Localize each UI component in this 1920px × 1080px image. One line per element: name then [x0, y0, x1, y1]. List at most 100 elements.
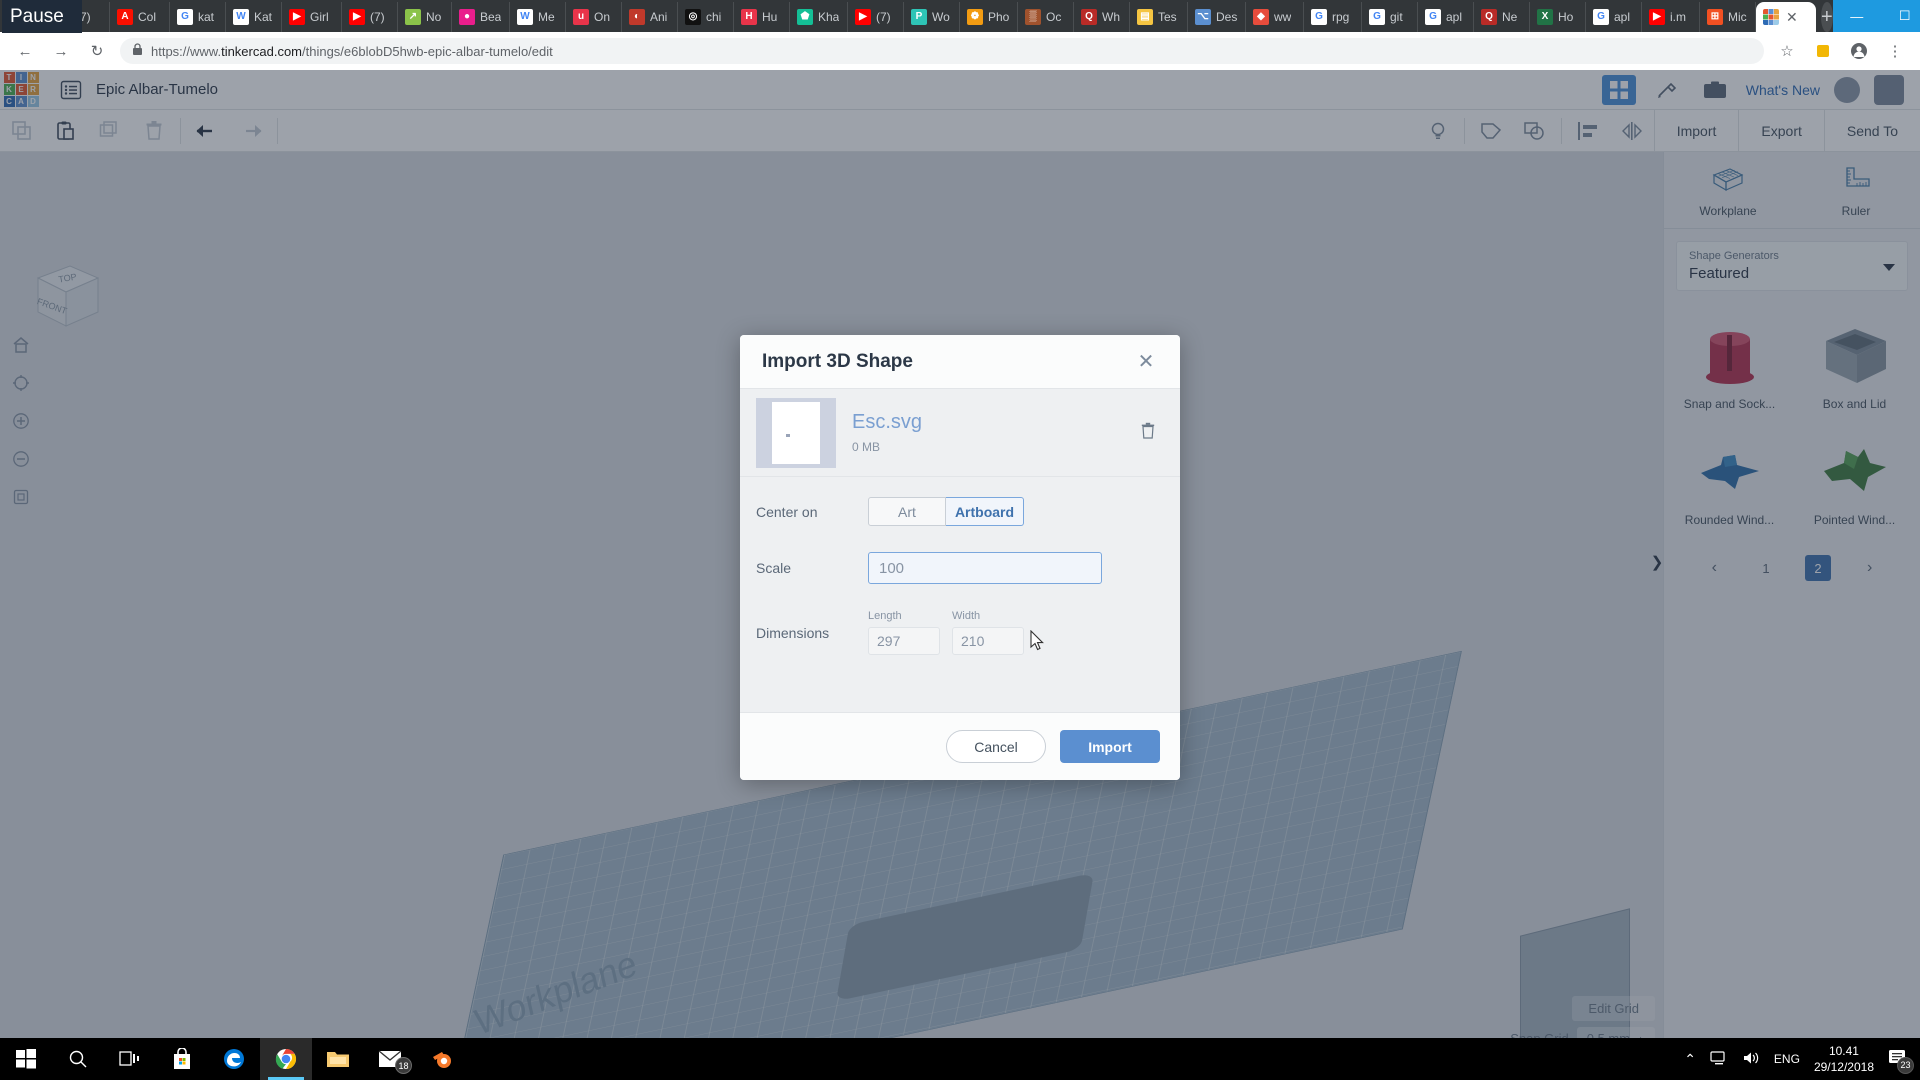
- url-path: /things/e6blobD5hwb-epic-albar-tumelo/ed…: [302, 43, 553, 59]
- browser-tab[interactable]: Q Wh: [1074, 2, 1130, 32]
- browser-menu-icon[interactable]: ⋮: [1882, 38, 1908, 64]
- browser-tab[interactable]: ▶ Girl: [282, 2, 342, 32]
- youtube-icon: ▶: [349, 9, 365, 25]
- width-input[interactable]: [952, 627, 1024, 655]
- page-content-mark: [786, 433, 790, 437]
- dimension-fields: Length Width: [868, 610, 1024, 655]
- browser-tab-title: Wh: [1102, 10, 1120, 24]
- browser-tab-title: Mic: [1728, 10, 1747, 24]
- file-name[interactable]: Esc.svg: [852, 411, 922, 434]
- dimensions-label: Dimensions: [756, 624, 830, 641]
- network-icon[interactable]: [1710, 1050, 1728, 1069]
- scale-label: Scale: [756, 560, 792, 576]
- browser-tab-title: apl: [1614, 10, 1631, 24]
- length-field-group: Length: [868, 610, 940, 655]
- file-explorer-button[interactable]: [312, 1038, 364, 1080]
- windows-taskbar: 18 ⌃ ENG 10.41 29/12/2018 23: [0, 1038, 1920, 1080]
- browser-tab[interactable]: Grpg: [1304, 2, 1362, 32]
- browser-tab-title: Kha: [818, 10, 840, 24]
- browser-tab[interactable]: Gapl: [1586, 2, 1642, 32]
- browser-tab[interactable]: H Hu: [734, 2, 790, 32]
- cancel-button[interactable]: Cancel: [946, 730, 1046, 763]
- browser-tab[interactable]: ⊞ Mic: [1700, 2, 1756, 32]
- browser-tab[interactable]: ▤ Tes: [1130, 2, 1188, 32]
- taskbar-clock[interactable]: 10.41 29/12/2018: [1814, 1043, 1874, 1075]
- tray-expand-icon[interactable]: ⌃: [1684, 1051, 1696, 1068]
- browser-tab-title: Ne: [1502, 10, 1518, 24]
- browser-tab[interactable]: ❁ Pho: [960, 2, 1018, 32]
- browser-tab[interactable]: W Kat: [226, 2, 282, 32]
- profile-avatar-icon[interactable]: [1846, 38, 1872, 64]
- scale-input[interactable]: [868, 552, 1102, 584]
- browser-tab[interactable]: ▶ i.m: [1642, 2, 1700, 32]
- bookmark-star-icon[interactable]: ☆: [1774, 38, 1800, 64]
- browser-tab[interactable]: W Me: [510, 2, 566, 32]
- browser-tab[interactable]: Gkat: [170, 2, 226, 32]
- browser-tab-title: Pho: [988, 10, 1010, 24]
- chrome-button[interactable]: [260, 1038, 312, 1080]
- browser-tab[interactable]: ● Bea: [452, 2, 510, 32]
- address-bar[interactable]: https://www.tinkercad.com/things/e6blobD…: [120, 38, 1764, 64]
- browser-tab-title: (7): [876, 10, 891, 24]
- import-3d-shape-dialog: Import 3D Shape ✕ Esc.svg 0 MB Center on…: [740, 335, 1180, 780]
- file-thumbnail: [756, 397, 836, 468]
- close-icon[interactable]: ✕: [1134, 350, 1158, 374]
- microsoft-store-button[interactable]: [156, 1038, 208, 1080]
- forward-icon[interactable]: →: [48, 38, 74, 64]
- browser-tab[interactable]: ⬟ Kha: [790, 2, 848, 32]
- length-label: Length: [868, 610, 902, 622]
- browser-tab[interactable]: ◐ Ani: [622, 2, 678, 32]
- browser-tab-title: Girl: [310, 10, 329, 24]
- edge-button[interactable]: [208, 1038, 260, 1080]
- notification-icon[interactable]: 23: [1888, 1049, 1914, 1074]
- browser-tab[interactable]: ↗ No: [398, 2, 452, 32]
- script-icon: H: [741, 9, 757, 25]
- browser-omnibox-row: ← → ↻ https://www.tinkercad.com/things/e…: [0, 32, 1920, 70]
- browser-tab-active[interactable]: ✕: [1756, 2, 1816, 32]
- width-label: Width: [952, 610, 981, 622]
- browser-tab[interactable]: Q Ne: [1474, 2, 1530, 32]
- browser-tab[interactable]: ◎ chi: [678, 2, 734, 32]
- browser-tab[interactable]: ▶ (7): [342, 2, 398, 32]
- browser-tab[interactable]: X Ho: [1530, 2, 1586, 32]
- browser-tab[interactable]: Ggit: [1362, 2, 1418, 32]
- wikipedia-icon: W: [233, 9, 249, 25]
- start-button[interactable]: [0, 1038, 52, 1080]
- browser-tab[interactable]: Gapl: [1418, 2, 1474, 32]
- center-on-artboard-button[interactable]: Artboard: [946, 497, 1024, 526]
- browser-tab-title: Des: [1216, 10, 1238, 24]
- browser-tab[interactable]: ⌥ Des: [1188, 2, 1246, 32]
- language-indicator[interactable]: ENG: [1774, 1052, 1800, 1066]
- import-button[interactable]: Import: [1060, 730, 1160, 763]
- file-row: Esc.svg 0 MB: [740, 389, 1180, 477]
- cube-icon: ◆: [1253, 9, 1269, 25]
- blender-button[interactable]: [416, 1038, 468, 1080]
- browser-tab-title: git: [1390, 10, 1403, 24]
- mail-button[interactable]: 18: [364, 1038, 416, 1080]
- new-tab-button[interactable]: +: [1821, 2, 1833, 32]
- delete-file-icon[interactable]: [1140, 422, 1164, 444]
- center-on-art-button[interactable]: Art: [868, 497, 946, 526]
- notes-icon: ↗: [405, 9, 421, 25]
- close-icon[interactable]: ✕: [1786, 9, 1798, 26]
- length-input[interactable]: [868, 627, 940, 655]
- browser-tab-title: rpg: [1332, 10, 1350, 24]
- browser-tab[interactable]: P Wo: [904, 2, 960, 32]
- extension-icon[interactable]: [1810, 38, 1836, 64]
- volume-icon[interactable]: [1742, 1050, 1760, 1069]
- browser-tab[interactable]: ▒ Oc: [1018, 2, 1074, 32]
- browser-tab[interactable]: ▶ (7): [848, 2, 904, 32]
- system-tray: ⌃ ENG 10.41 29/12/2018 23: [1684, 1043, 1920, 1075]
- script-icon: u: [573, 9, 589, 25]
- task-view-button[interactable]: [104, 1038, 156, 1080]
- width-field-group: Width: [952, 610, 1024, 655]
- search-button[interactable]: [52, 1038, 104, 1080]
- browser-tab[interactable]: u On: [566, 2, 622, 32]
- browser-tab[interactable]: A Col: [110, 2, 170, 32]
- maximize-button[interactable]: ☐: [1880, 0, 1920, 32]
- clock-date: 29/12/2018: [1813, 1060, 1874, 1074]
- reload-icon[interactable]: ↻: [84, 38, 110, 64]
- back-icon[interactable]: ←: [12, 38, 38, 64]
- browser-tab[interactable]: ◆ ww: [1246, 2, 1304, 32]
- minimize-button[interactable]: —: [1832, 0, 1881, 32]
